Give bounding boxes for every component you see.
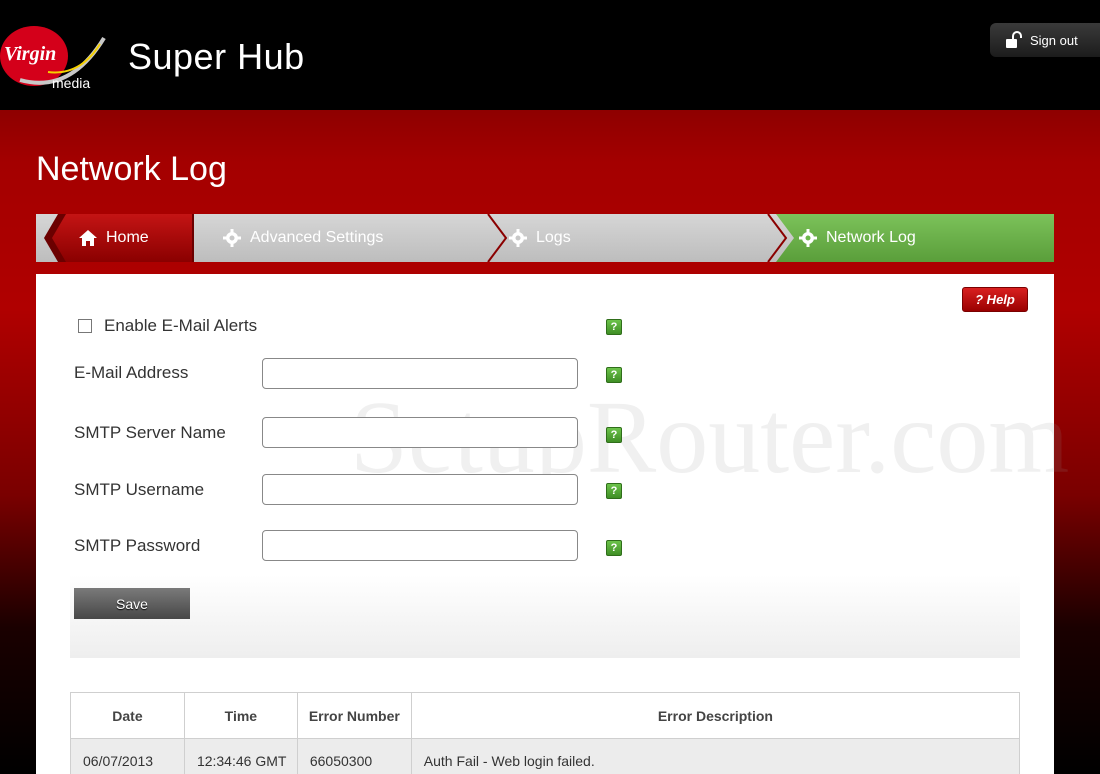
table-header-row: Date Time Error Number Error Description: [70, 692, 1021, 739]
sign-out-button[interactable]: Sign out: [990, 23, 1100, 57]
column-header-error-number: Error Number: [296, 692, 412, 739]
table-cell-time: 12:34:46 GMT: [183, 738, 298, 774]
top-bar: Virgin media Super Hub: [0, 0, 1100, 110]
page-title: Network Log: [36, 150, 227, 188]
help-question-icon[interactable]: ?: [606, 319, 622, 335]
breadcrumb-advanced-label: Advanced Settings: [250, 229, 384, 246]
column-header-date: Date: [70, 692, 185, 739]
table-cell-date: 06/07/2013: [70, 738, 185, 774]
gear-icon: [509, 229, 527, 247]
smtp-server-input[interactable]: [262, 417, 578, 448]
help-question-icon[interactable]: ?: [606, 540, 622, 556]
svg-text:media: media: [52, 75, 90, 91]
save-button[interactable]: Save: [74, 588, 190, 619]
breadcrumb-separator: [487, 214, 508, 262]
unlock-icon: [1006, 31, 1022, 48]
help-question-icon[interactable]: ?: [606, 483, 622, 499]
smtp-username-input[interactable]: [262, 474, 578, 505]
smtp-password-label: SMTP Password: [74, 536, 201, 555]
virgin-media-logo: Virgin media: [0, 26, 106, 91]
email-alerts-checkbox[interactable]: [78, 319, 92, 333]
network-log-table: Date Time Error Number Error Description…: [70, 692, 1021, 774]
breadcrumb-network-log[interactable]: Network Log: [776, 214, 1054, 262]
email-alerts-row: Enable E-Mail Alerts: [78, 316, 257, 336]
help-button[interactable]: ? Help: [962, 287, 1028, 312]
column-header-error-description: Error Description: [410, 692, 1021, 739]
gear-icon: [223, 229, 241, 247]
breadcrumb-logs[interactable]: Logs: [508, 214, 768, 262]
sign-out-label: Sign out: [1030, 32, 1078, 48]
breadcrumb-home-label: Home: [106, 229, 149, 246]
smtp-username-label: SMTP Username: [74, 480, 205, 499]
smtp-password-input[interactable]: [262, 530, 578, 561]
help-question-icon[interactable]: ?: [606, 367, 622, 383]
column-header-time: Time: [183, 692, 298, 739]
breadcrumb-logs-label: Logs: [536, 229, 571, 246]
app-title: Super Hub: [128, 36, 305, 77]
help-question-icon[interactable]: ?: [606, 427, 622, 443]
smtp-server-label: SMTP Server Name: [74, 423, 226, 442]
breadcrumb: Home Advanced Settings Logs Network Log: [36, 214, 1054, 262]
email-address-input[interactable]: [262, 358, 578, 389]
table-cell-error-number: 66050300: [296, 738, 412, 774]
gear-icon: [799, 229, 817, 247]
save-section: [70, 575, 1020, 658]
breadcrumb-advanced-settings[interactable]: Advanced Settings: [222, 214, 502, 262]
table-cell-error-description: Auth Fail - Web login failed.: [410, 738, 1021, 774]
table-row: 06/07/2013 12:34:46 GMT 66050300 Auth Fa…: [70, 738, 1021, 774]
breadcrumb-network-log-label: Network Log: [826, 229, 916, 246]
home-icon: [79, 230, 97, 246]
email-address-label: E-Mail Address: [74, 363, 189, 382]
svg-text:Virgin: Virgin: [4, 43, 56, 65]
email-alerts-label: Enable E-Mail Alerts: [104, 316, 258, 335]
breadcrumb-home[interactable]: Home: [52, 214, 192, 262]
